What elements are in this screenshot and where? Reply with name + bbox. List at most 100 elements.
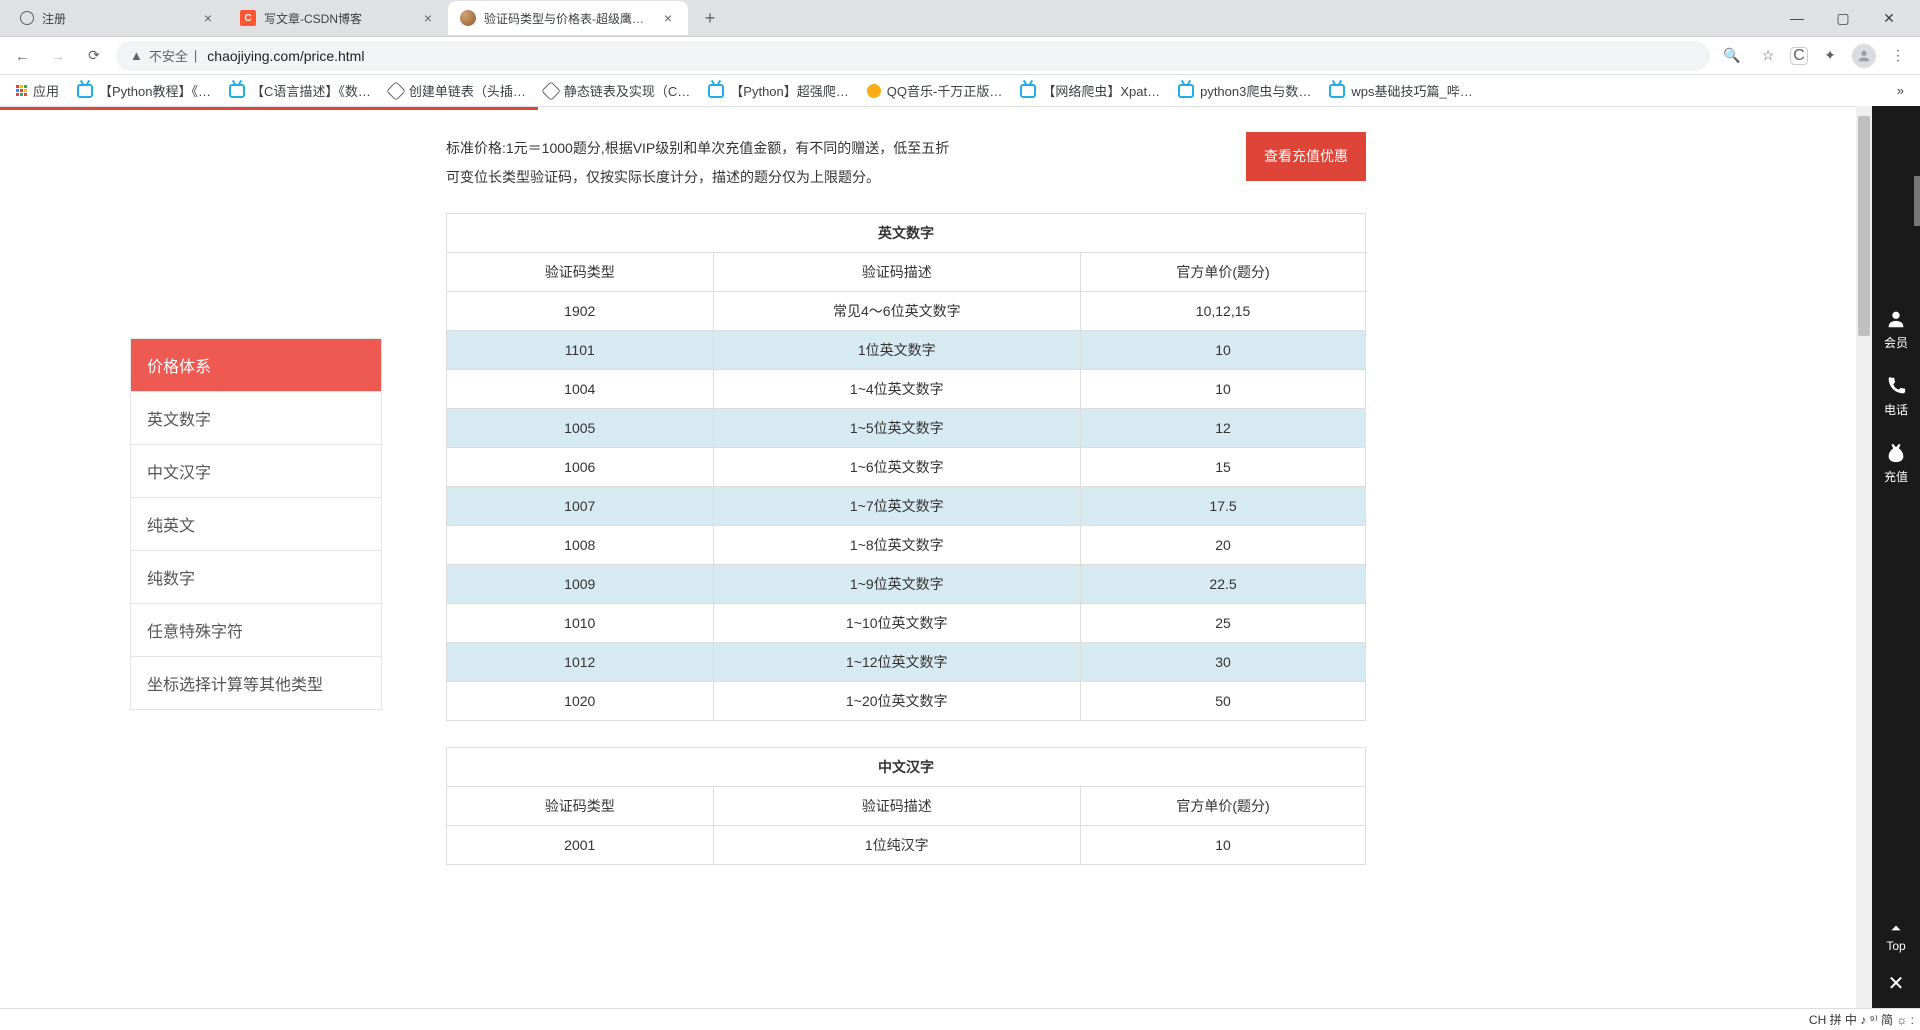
bookmark-item-6[interactable]: QQ音乐-千万正版… bbox=[859, 77, 1011, 104]
float-top-button[interactable]: Top bbox=[1886, 917, 1905, 957]
table-row: 10051~5位英文数字12 bbox=[447, 408, 1366, 447]
bookmark-star-icon[interactable]: ☆ bbox=[1754, 42, 1782, 70]
sidebar-item-6[interactable]: 坐标选择计算等其他类型 bbox=[130, 657, 382, 710]
table-cell: 1012 bbox=[447, 642, 714, 681]
csdn-icon: C bbox=[240, 10, 256, 26]
vertical-scrollbar[interactable] bbox=[1856, 106, 1872, 1008]
bookmark-item-4[interactable]: 静态链表及实现（C… bbox=[536, 77, 698, 104]
price-table-english-numbers: 英文数字验证码类型验证码描述官方单价(题分)1902常见4～6位英文数字10,1… bbox=[446, 213, 1366, 721]
tab-close-icon[interactable]: × bbox=[420, 10, 436, 26]
maximize-button[interactable]: ▢ bbox=[1820, 2, 1866, 34]
table-row: 20011位纯汉字10 bbox=[447, 825, 1366, 864]
bookmarks-bar: 应用【Python教程】《… 【C语言描述】《数… 创建单链表（头插… 静态链表及实现… bbox=[0, 75, 1920, 107]
float-phone-button[interactable]: 电话 bbox=[1872, 363, 1920, 430]
bookmark-item-9[interactable]: wps基础技巧篇_哔… bbox=[1321, 77, 1480, 104]
sidebar-item-3[interactable]: 纯英文 bbox=[130, 498, 382, 551]
bookmark-item-1[interactable]: 【Python教程】《… bbox=[69, 77, 219, 104]
scrollbar-thumb[interactable] bbox=[1858, 116, 1870, 336]
table-header-row: 验证码类型验证码描述官方单价(题分) bbox=[447, 786, 1366, 825]
table-cell: 30 bbox=[1081, 642, 1366, 681]
table-cell: 1004 bbox=[447, 369, 714, 408]
forward-button[interactable]: → bbox=[44, 42, 72, 70]
bookmark-item-3[interactable]: 创建单链表（头插… bbox=[381, 77, 534, 104]
bookmark-item-5[interactable]: 【Python】超强爬… bbox=[700, 77, 856, 104]
bookmark-item-0[interactable]: 应用 bbox=[8, 77, 67, 104]
sidebar-item-4[interactable]: 纯数字 bbox=[130, 551, 382, 604]
table-cell: 1~10位英文数字 bbox=[713, 603, 1081, 642]
address-url: chaojiying.com/price.html bbox=[207, 48, 364, 64]
table-cell: 1~7位英文数字 bbox=[713, 486, 1081, 525]
table-header-cell: 官方单价(题分) bbox=[1081, 786, 1366, 825]
table-cell: 1008 bbox=[447, 525, 714, 564]
menu-icon[interactable]: ⋮ bbox=[1884, 42, 1912, 70]
window-controls: — ▢ ✕ bbox=[1774, 2, 1912, 34]
sidebar-item-0[interactable]: 价格体系 bbox=[130, 338, 382, 392]
price-table-chinese: 中文汉字验证码类型验证码描述官方单价(题分)20011位纯汉字10 bbox=[446, 747, 1366, 865]
table-row: 10061~6位英文数字15 bbox=[447, 447, 1366, 486]
eagle-icon bbox=[460, 10, 476, 26]
float-close-button[interactable]: ✕ bbox=[1888, 971, 1905, 996]
float-recharge-button[interactable]: 充值 bbox=[1872, 430, 1920, 497]
table-row: 10081~8位英文数字20 bbox=[447, 525, 1366, 564]
browser-tab-2[interactable]: 验证码类型与价格表-超级鹰验证…× bbox=[448, 1, 688, 35]
table-row: 10121~12位英文数字30 bbox=[447, 642, 1366, 681]
bookmark-label: 静态链表及实现（C… bbox=[564, 81, 690, 100]
address-bar[interactable]: ▲ 不安全 | chaojiying.com/price.html bbox=[116, 41, 1710, 71]
minimize-button[interactable]: — bbox=[1774, 2, 1820, 34]
table-header-row: 验证码类型验证码描述官方单价(题分) bbox=[447, 252, 1366, 291]
tab-title: 注册 bbox=[42, 10, 192, 27]
back-button[interactable]: ← bbox=[8, 42, 36, 70]
bookmarks-overflow-icon[interactable]: » bbox=[1889, 79, 1912, 102]
extension-c-icon[interactable]: C bbox=[1790, 47, 1808, 65]
sidebar-item-2[interactable]: 中文汉字 bbox=[130, 445, 382, 498]
tab-close-icon[interactable]: × bbox=[660, 10, 676, 26]
intro-line1: 标准价格:1元＝1000题分,根据VIP级别和单次充值金额，有不同的赠送，低至五… bbox=[446, 134, 1366, 163]
tab-strip: 注册×C写文章-CSDN博客×验证码类型与价格表-超级鹰验证…× + — ▢ ✕ bbox=[0, 0, 1920, 36]
float-phone-label: 电话 bbox=[1884, 401, 1908, 418]
table-cell: 2001 bbox=[447, 825, 714, 864]
qqmusic-icon bbox=[867, 84, 881, 98]
table-cell: 1位英文数字 bbox=[713, 330, 1081, 369]
table-cell: 1~5位英文数字 bbox=[713, 408, 1081, 447]
bilibili-icon bbox=[1329, 84, 1345, 98]
new-tab-button[interactable]: + bbox=[696, 4, 724, 32]
float-member-button[interactable]: 会员 bbox=[1872, 296, 1920, 363]
close-window-button[interactable]: ✕ bbox=[1866, 2, 1912, 34]
user-icon bbox=[1885, 308, 1907, 330]
table-cell: 10 bbox=[1081, 825, 1366, 864]
table-cell: 1~9位英文数字 bbox=[713, 564, 1081, 603]
profile-avatar-icon[interactable] bbox=[1852, 44, 1876, 68]
table-cell: 15 bbox=[1081, 447, 1366, 486]
sidebar: 价格体系英文数字中文汉字纯英文纯数字任意特殊字符坐标选择计算等其他类型 bbox=[130, 338, 382, 1009]
table-title-row: 英文数字 bbox=[447, 213, 1366, 252]
recharge-promo-button[interactable]: 查看充值优惠 bbox=[1246, 132, 1366, 181]
bookmark-label: python3爬虫与数… bbox=[1200, 81, 1311, 100]
float-scroll-indicator bbox=[1914, 176, 1920, 226]
toolbar: ← → ⟳ ▲ 不安全 | chaojiying.com/price.html … bbox=[0, 37, 1920, 75]
browser-tab-0[interactable]: 注册 × bbox=[8, 1, 228, 35]
sidebar-item-1[interactable]: 英文数字 bbox=[130, 392, 382, 445]
sidebar-item-5[interactable]: 任意特殊字符 bbox=[130, 604, 382, 657]
table-cell: 50 bbox=[1081, 681, 1366, 720]
table-cell: 1007 bbox=[447, 486, 714, 525]
search-icon[interactable]: 🔍 bbox=[1718, 42, 1746, 70]
bookmark-item-7[interactable]: 【网络爬虫】Xpat… bbox=[1012, 77, 1168, 104]
table-title-row: 中文汉字 bbox=[447, 747, 1366, 786]
toolbar-actions: 🔍 ☆ C ✦ ⋮ bbox=[1718, 42, 1912, 70]
extensions-puzzle-icon[interactable]: ✦ bbox=[1816, 42, 1844, 70]
float-member-label: 会员 bbox=[1884, 334, 1908, 351]
table-header-cell: 验证码类型 bbox=[447, 252, 714, 291]
table-row: 1902常见4～6位英文数字10,12,15 bbox=[447, 291, 1366, 330]
chevron-up-icon bbox=[1887, 921, 1905, 935]
table-cell: 1~20位英文数字 bbox=[713, 681, 1081, 720]
bookmark-item-8[interactable]: python3爬虫与数… bbox=[1170, 77, 1319, 104]
tab-close-icon[interactable]: × bbox=[200, 10, 216, 26]
chain-link-icon bbox=[386, 81, 406, 101]
browser-tab-1[interactable]: C 写文章-CSDN博客 × bbox=[228, 1, 448, 35]
tab-title: 写文章-CSDN博客 bbox=[264, 10, 412, 27]
table-title: 英文数字 bbox=[447, 213, 1366, 252]
reload-button[interactable]: ⟳ bbox=[80, 42, 108, 70]
globe-icon bbox=[20, 11, 34, 25]
bookmark-label: 【C语言描述】《数… bbox=[251, 81, 371, 100]
bookmark-item-2[interactable]: 【C语言描述】《数… bbox=[221, 77, 379, 104]
